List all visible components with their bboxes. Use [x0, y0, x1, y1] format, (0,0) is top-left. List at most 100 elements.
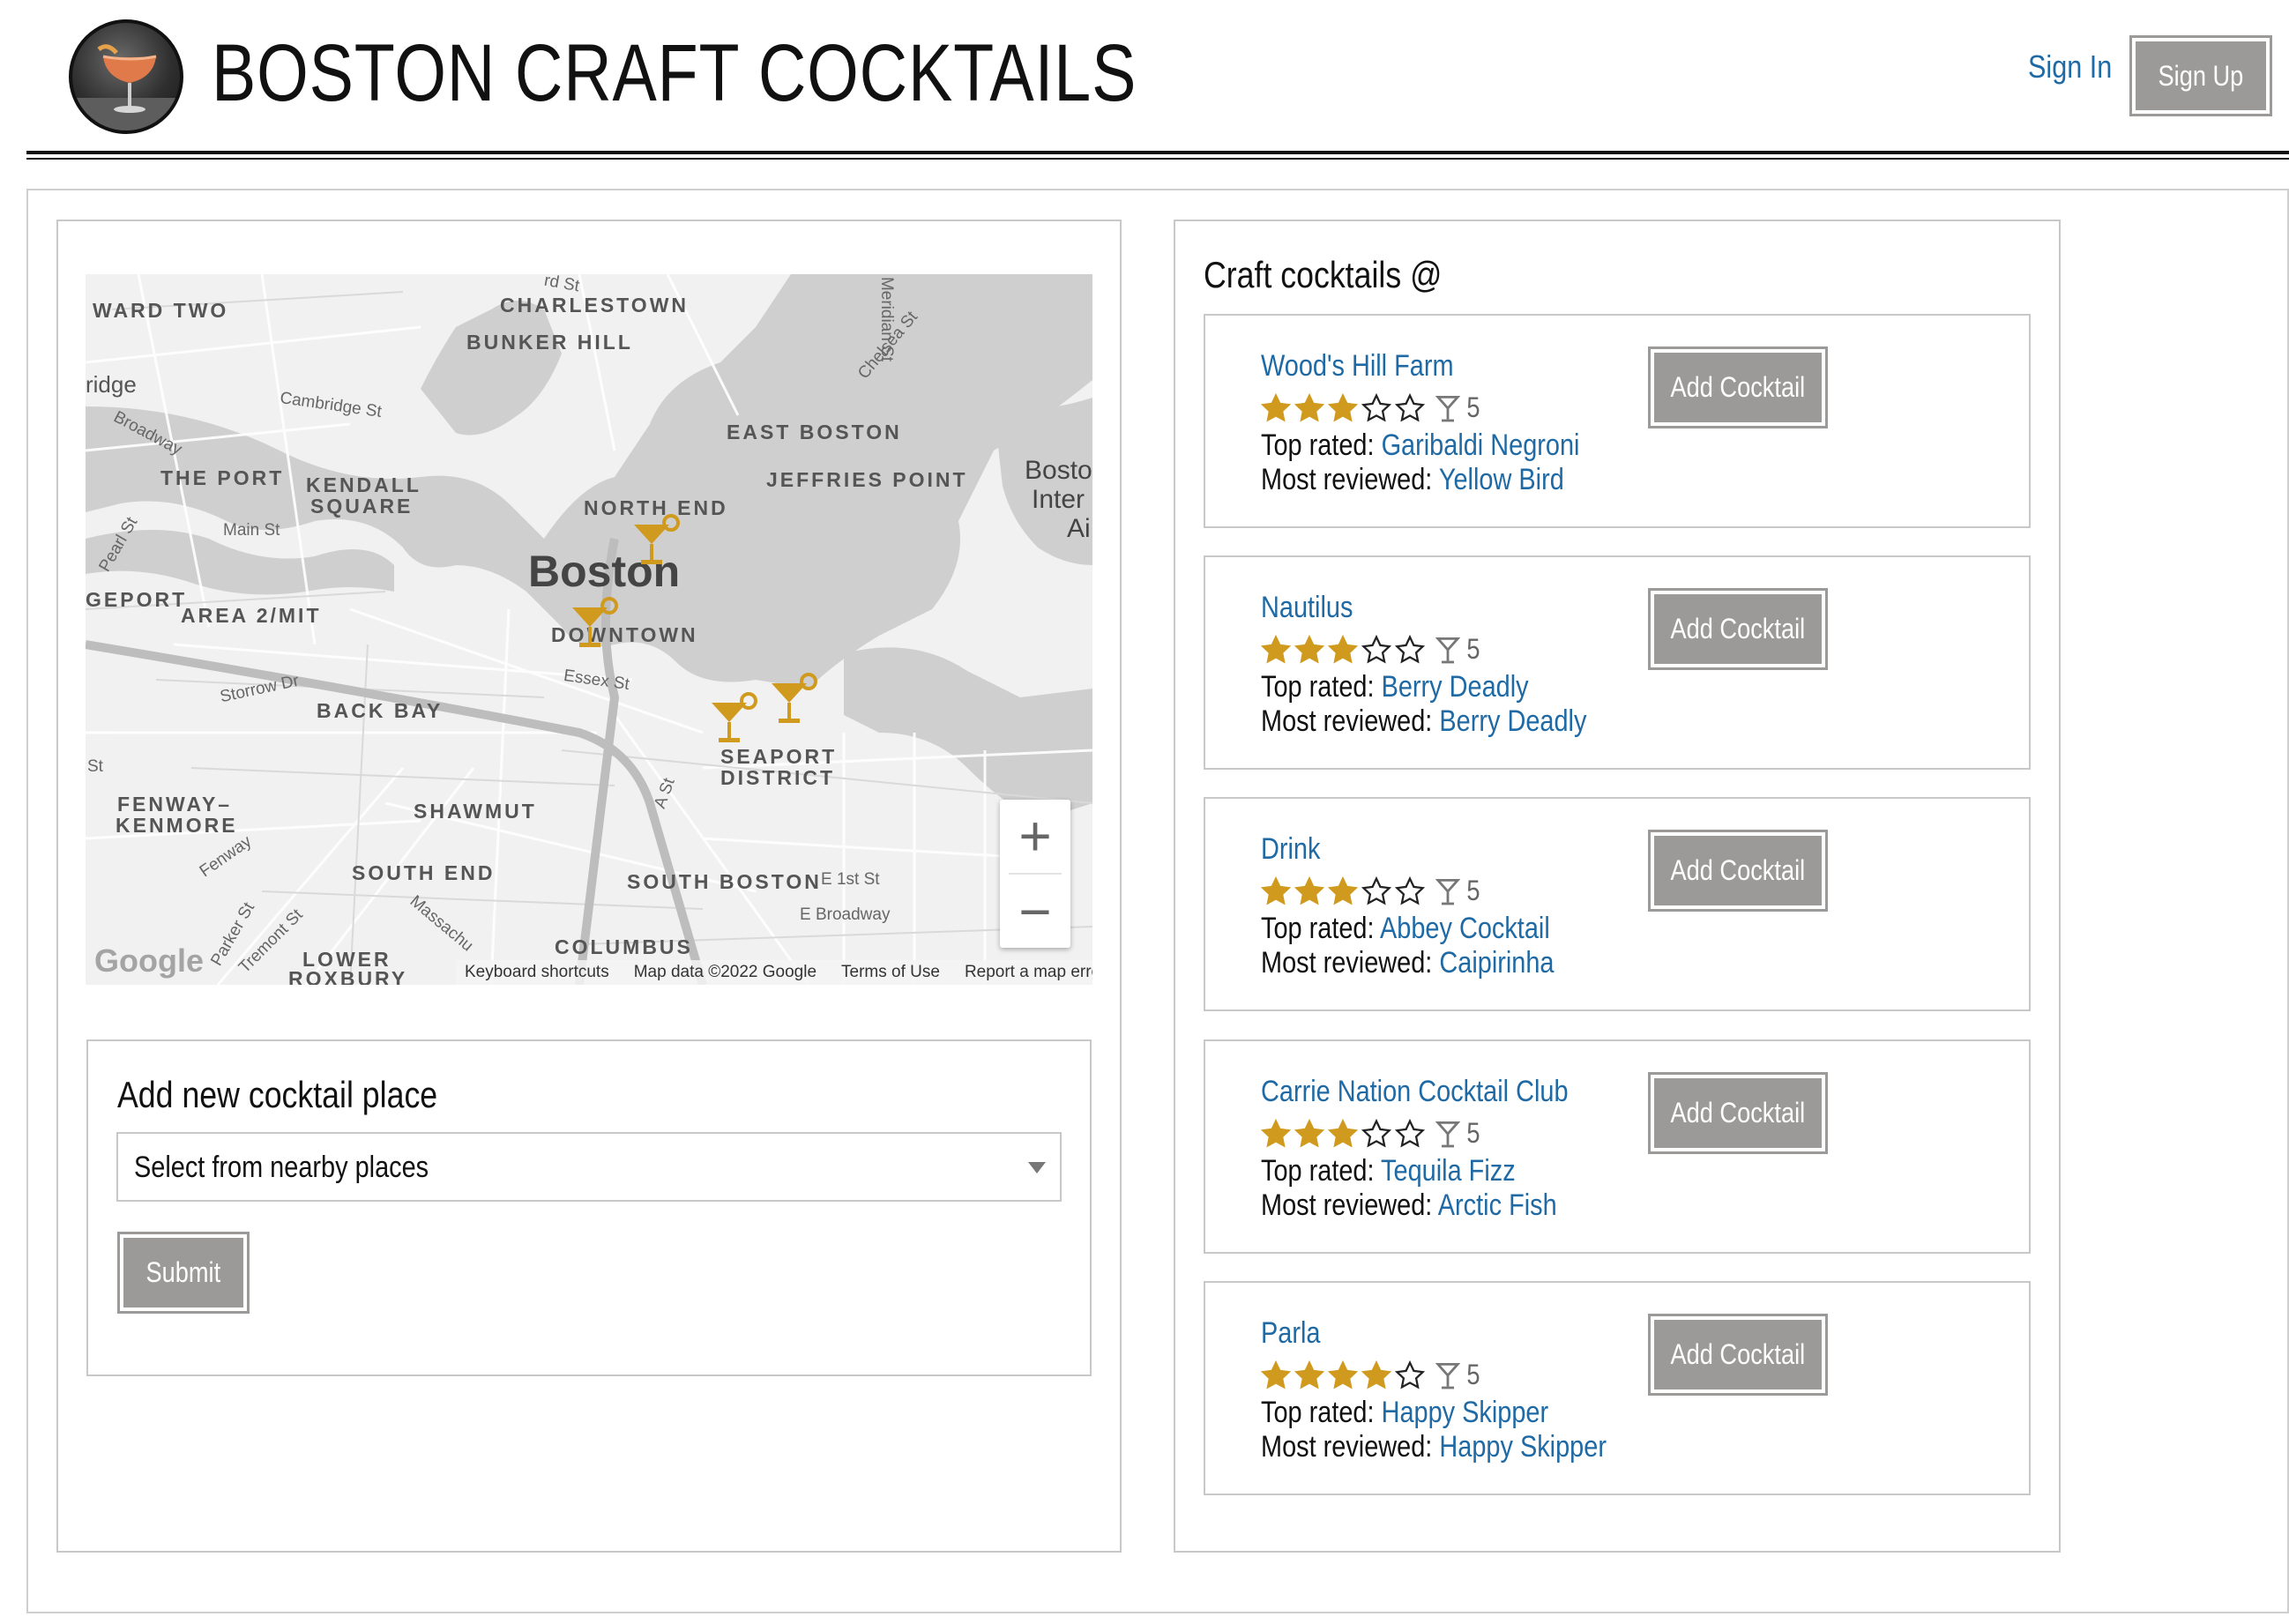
cocktail-glass-icon	[1435, 878, 1460, 905]
zoom-out-button[interactable]: −	[1000, 875, 1070, 948]
map-label-district: DISTRICT	[720, 766, 836, 789]
top-rated-line: Top rated: Berry Deadly	[1261, 670, 1529, 704]
map-label-the-port: THE PORT	[160, 466, 285, 489]
review-count: 5	[1466, 633, 1480, 665]
cocktail-glass-icon	[1435, 1121, 1460, 1147]
header-divider	[26, 151, 2289, 154]
nearby-places-select[interactable]: Select from nearby places	[116, 1132, 1062, 1202]
map-label-bunker-hill: BUNKER HILL	[466, 331, 633, 354]
map-street-ridge: ridge	[86, 371, 137, 398]
add-cocktail-button[interactable]: Add Cocktail	[1648, 588, 1828, 670]
place-card: Carrie Nation Cocktail Club 5 Top rated:…	[1204, 1039, 2031, 1254]
star-filled-icon	[1361, 1360, 1391, 1389]
place-name-link[interactable]: Carrie Nation Cocktail Club	[1261, 1075, 1569, 1109]
map-label-east-boston: EAST BOSTON	[727, 421, 902, 443]
site-header: BOSTON CRAFT COCKTAILS Sign In Sign Up	[0, 0, 2289, 160]
header-divider-thin	[26, 158, 2289, 160]
cocktail-glass-icon	[1435, 637, 1460, 663]
submit-button[interactable]: Submit	[117, 1232, 250, 1314]
site-title: BOSTON CRAFT COCKTAILS	[212, 28, 1137, 118]
place-name-link[interactable]: Wood's Hill Farm	[1261, 349, 1454, 384]
top-rated-label: Top rated:	[1261, 670, 1375, 704]
place-name-link[interactable]: Parla	[1261, 1316, 1320, 1351]
add-cocktail-label: Add Cocktail	[1670, 854, 1806, 886]
review-count: 5	[1466, 1117, 1480, 1149]
keyboard-shortcuts-link[interactable]: Keyboard shortcuts	[465, 963, 609, 982]
place-card: Parla 5 Top rated: Happy Skipper Most re…	[1204, 1281, 2031, 1495]
most-reviewed-line: Most reviewed: Yellow Bird	[1261, 463, 1564, 497]
top-rated-label: Top rated:	[1261, 1154, 1375, 1188]
star-empty-icon	[1395, 1360, 1425, 1389]
add-place-title: Add new cocktail place	[117, 1074, 438, 1115]
cocktail-marker-icon[interactable]	[630, 514, 687, 570]
top-rated-link[interactable]: Abbey Cocktail	[1380, 912, 1550, 945]
add-cocktail-label: Add Cocktail	[1670, 613, 1806, 644]
rating-stars: 5	[1261, 1359, 1481, 1391]
most-reviewed-link[interactable]: Arctic Fish	[1438, 1188, 1557, 1222]
star-filled-icon	[1294, 634, 1324, 663]
zoom-in-button[interactable]: +	[1000, 800, 1070, 872]
rating-stars: 5	[1261, 1117, 1481, 1150]
most-reviewed-link[interactable]: Happy Skipper	[1439, 1430, 1607, 1464]
star-empty-icon	[1395, 634, 1425, 663]
top-rated-link[interactable]: Berry Deadly	[1382, 670, 1529, 704]
top-rated-link[interactable]: Tequila Fizz	[1381, 1154, 1516, 1188]
add-cocktail-button[interactable]: Add Cocktail	[1648, 1314, 1828, 1396]
chevron-down-icon	[1028, 1162, 1046, 1173]
add-cocktail-label: Add Cocktail	[1670, 1097, 1806, 1129]
add-cocktail-button[interactable]: Add Cocktail	[1648, 1072, 1828, 1154]
top-rated-line: Top rated: Happy Skipper	[1261, 1396, 1548, 1430]
map-zoom-control: + −	[1000, 800, 1070, 948]
place-name-link[interactable]: Nautilus	[1261, 591, 1353, 625]
cocktail-marker-icon[interactable]	[569, 597, 625, 653]
star-filled-icon	[1294, 1118, 1324, 1147]
most-reviewed-line: Most reviewed: Caipirinha	[1261, 946, 1555, 980]
star-empty-icon	[1361, 392, 1391, 421]
most-reviewed-link[interactable]: Caipirinha	[1439, 946, 1554, 980]
rating-stars: 5	[1261, 875, 1481, 907]
most-reviewed-line: Most reviewed: Berry Deadly	[1261, 704, 1586, 739]
map-label-roxbury: ROXBURY	[288, 967, 408, 985]
map-label-area-2-mit: AREA 2/MIT	[181, 604, 322, 627]
map-footer: Keyboard shortcuts Map data ©2022 Google…	[456, 960, 1092, 985]
add-cocktail-button[interactable]: Add Cocktail	[1648, 346, 1828, 428]
top-rated-link[interactable]: Happy Skipper	[1382, 1396, 1549, 1429]
most-reviewed-label: Most reviewed:	[1261, 946, 1433, 980]
top-rated-link[interactable]: Garibaldi Negroni	[1382, 428, 1580, 462]
add-cocktail-button[interactable]: Add Cocktail	[1648, 830, 1828, 912]
top-rated-line: Top rated: Garibaldi Negroni	[1261, 428, 1579, 463]
top-rated-label: Top rated:	[1261, 1396, 1375, 1429]
google-logo[interactable]: Google	[94, 942, 204, 980]
cocktail-marker-icon[interactable]	[708, 692, 764, 749]
star-empty-icon	[1395, 1118, 1425, 1147]
review-count: 5	[1466, 875, 1480, 906]
map-street-e1st: E 1st St	[821, 870, 880, 889]
submit-label: Submit	[145, 1256, 221, 1288]
report-map-error-link[interactable]: Report a map error	[965, 963, 1092, 982]
map-label-jeffries-point: JEFFRIES POINT	[766, 468, 968, 491]
star-filled-icon	[1261, 1118, 1291, 1147]
map-label-south-boston: SOUTH BOSTON	[627, 870, 822, 893]
sign-up-label: Sign Up	[2158, 59, 2244, 92]
place-name-link[interactable]: Drink	[1261, 832, 1320, 867]
map-label-back-bay: BACK BAY	[317, 699, 444, 722]
map-airport-label-2: Inter	[1032, 485, 1085, 514]
sign-up-button[interactable]: Sign Up	[2129, 35, 2272, 116]
star-filled-icon	[1294, 875, 1324, 905]
star-filled-icon	[1294, 392, 1324, 421]
add-cocktail-label: Add Cocktail	[1670, 371, 1806, 403]
cocktail-logo-icon[interactable]	[69, 19, 183, 134]
map-view[interactable]: WARD TWO CHARLESTOWN BUNKER HILL THE POR…	[86, 274, 1092, 985]
map-label-columbus: COLUMBUS	[555, 935, 693, 958]
most-reviewed-link[interactable]: Berry Deadly	[1439, 704, 1586, 738]
map-label-kendall: KENDALL	[306, 473, 421, 496]
sign-in-link[interactable]: Sign In	[2028, 48, 2112, 86]
terms-of-use-link[interactable]: Terms of Use	[841, 963, 940, 982]
cocktail-marker-icon[interactable]	[768, 673, 824, 729]
place-card: Nautilus 5 Top rated: Berry Deadly Most …	[1204, 555, 2031, 770]
most-reviewed-link[interactable]: Yellow Bird	[1439, 463, 1564, 496]
map-data-credit: Map data ©2022 Google	[633, 963, 817, 981]
star-filled-icon	[1328, 1118, 1358, 1147]
star-empty-icon	[1361, 875, 1391, 905]
map-label-charlestown: CHARLESTOWN	[500, 294, 690, 317]
